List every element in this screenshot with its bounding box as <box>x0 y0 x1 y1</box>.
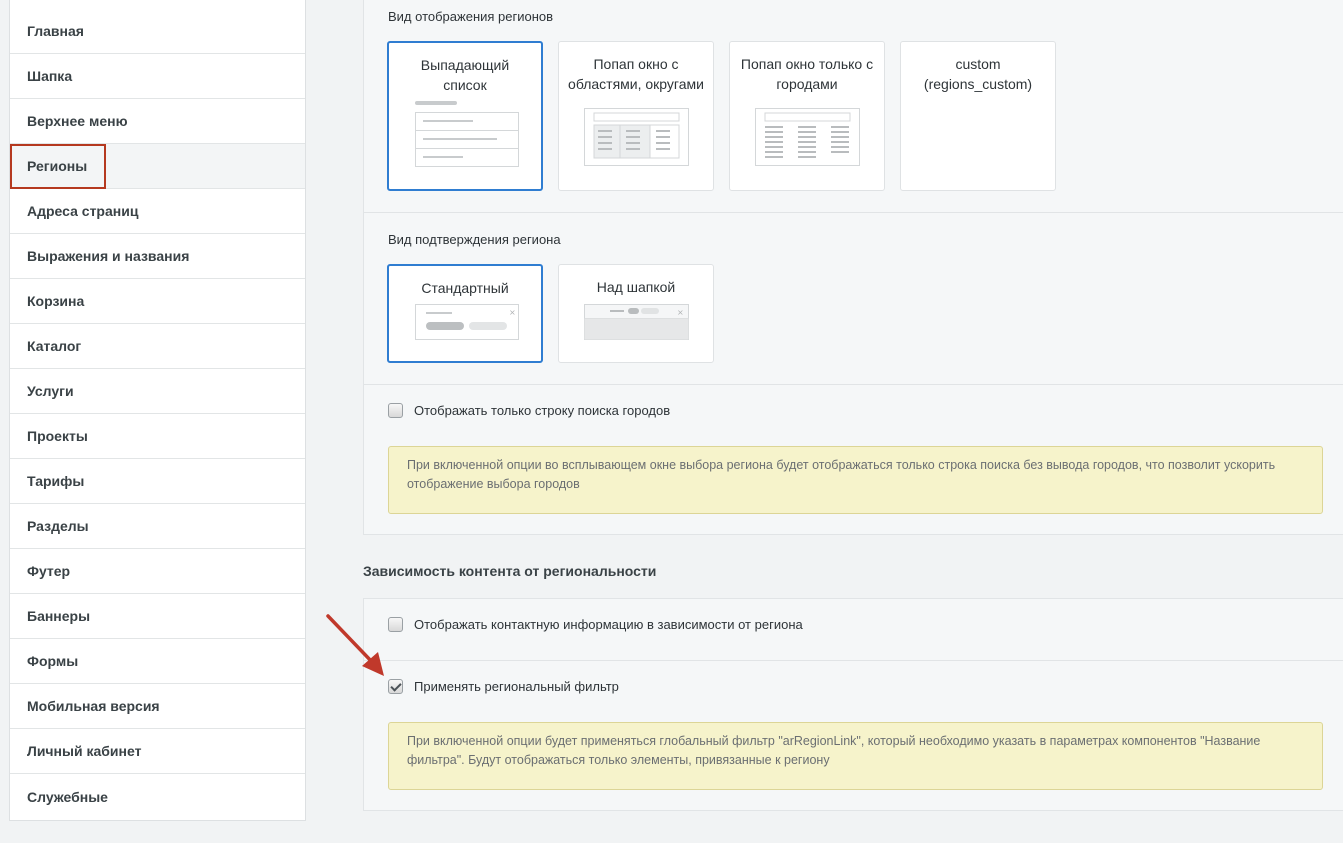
region-view-option-dropdown[interactable]: Выпадающий список <box>387 41 543 191</box>
regional-filter-note: При включенной опции будет применяться г… <box>388 722 1323 790</box>
regional-filter-label: Применять региональный фильтр <box>414 679 619 694</box>
sidebar-item-mobile[interactable]: Мобильная версия <box>10 684 305 729</box>
popup-areas-preview-icon <box>584 108 689 166</box>
search-only-checkbox[interactable] <box>388 403 403 418</box>
search-only-note: При включенной опции во всплывающем окне… <box>388 446 1323 514</box>
sidebar-item-header[interactable]: Шапка <box>10 54 305 99</box>
sidebar-item-main[interactable]: Главная <box>10 9 305 54</box>
divider <box>363 212 1343 213</box>
standard-preview-icon: × <box>415 304 519 340</box>
regional-filter-checkbox[interactable] <box>388 679 403 694</box>
svg-text:×: × <box>677 308 684 317</box>
sidebar-item-services[interactable]: Услуги <box>10 369 305 414</box>
sidebar-item-footer[interactable]: Футер <box>10 549 305 594</box>
sidebar-item-label: Главная <box>27 23 84 39</box>
region-confirm-option-above-header[interactable]: Над шапкой × <box>558 264 714 363</box>
sidebar-item-label: Мобильная версия <box>27 698 160 714</box>
sidebar-item-label: Служебные <box>27 788 108 805</box>
sidebar-item-label: Каталог <box>27 338 82 354</box>
divider <box>363 660 1343 661</box>
sidebar-item-label: Верхнее меню <box>27 113 128 129</box>
region-view-option-popup-cities[interactable]: Попап окно только с городами <box>729 41 885 191</box>
annotation-arrow-icon <box>326 614 384 676</box>
region-confirm-option-standard[interactable]: Стандартный × <box>387 264 543 363</box>
option-title: Стандартный <box>421 280 509 296</box>
contact-info-label: Отображать контактную информацию в завис… <box>414 617 803 632</box>
sidebar-item-cart[interactable]: Корзина <box>10 279 305 324</box>
sidebar-item-label: Выражения и названия <box>27 248 190 264</box>
sidebar-item-label: Баннеры <box>27 608 91 624</box>
sidebar-item-service[interactable]: Служебные <box>10 774 305 819</box>
active-item-highlight <box>10 144 106 189</box>
region-view-option-custom[interactable]: custom (regions_custom) <box>900 41 1056 191</box>
sidebar-item-regions[interactable]: Регионы <box>10 144 305 189</box>
sidebar-item-forms[interactable]: Формы <box>10 639 305 684</box>
sidebar-item-label: Адреса страниц <box>27 203 139 219</box>
option-title: Выпадающий список <box>420 57 510 93</box>
sidebar-item-banners[interactable]: Баннеры <box>10 594 305 639</box>
sidebar-item-label: Проекты <box>27 428 88 444</box>
content-section-title: Зависимость контента от региональности <box>363 563 657 579</box>
sidebar-item-catalog[interactable]: Каталог <box>10 324 305 369</box>
option-title: Попап окно с областями, округами <box>568 56 704 92</box>
settings-sidebar: Главная Шапка Верхнее меню Регионы Адрес… <box>9 0 306 821</box>
sidebar-item-label: Личный кабинет <box>27 743 142 759</box>
popup-cities-preview-icon <box>755 108 860 166</box>
sidebar-item-label: Разделы <box>27 518 89 534</box>
sidebar-item-top-menu[interactable]: Верхнее меню <box>10 99 305 144</box>
sidebar-item-page-urls[interactable]: Адреса страниц <box>10 189 305 234</box>
sidebar-item-account[interactable]: Личный кабинет <box>10 729 305 774</box>
svg-text:×: × <box>509 308 516 317</box>
divider <box>363 384 1343 385</box>
sidebar-item-sections[interactable]: Разделы <box>10 504 305 549</box>
search-only-label: Отображать только строку поиска городов <box>414 403 671 418</box>
region-view-option-popup-areas[interactable]: Попап окно с областями, округами <box>558 41 714 191</box>
regional-filter-checkbox-row[interactable]: Применять региональный фильтр <box>388 679 619 694</box>
sidebar-item-projects[interactable]: Проекты <box>10 414 305 459</box>
sidebar-item-phrases[interactable]: Выражения и названия <box>10 234 305 279</box>
dropdown-preview-icon <box>415 101 519 167</box>
sidebar-item-tariffs[interactable]: Тарифы <box>10 459 305 504</box>
region-confirm-label: Вид подтверждения региона <box>388 232 561 247</box>
option-title: custom (regions_custom) <box>923 56 1033 92</box>
sidebar-item-label: Шапка <box>27 68 73 84</box>
sidebar-item-label: Формы <box>27 653 79 669</box>
option-title: Попап окно только с городами <box>740 56 874 92</box>
contact-info-checkbox-row[interactable]: Отображать контактную информацию в завис… <box>388 617 803 632</box>
search-only-checkbox-row[interactable]: Отображать только строку поиска городов <box>388 403 670 418</box>
region-view-label: Вид отображения регионов <box>388 9 554 24</box>
option-title: Над шапкой <box>596 279 676 295</box>
above-header-preview-icon: × <box>584 304 689 340</box>
sidebar-item-label: Корзина <box>27 293 85 309</box>
sidebar-item-label: Услуги <box>27 383 74 399</box>
sidebar-item-label: Футер <box>27 563 71 579</box>
sidebar-item-label: Тарифы <box>27 473 85 489</box>
